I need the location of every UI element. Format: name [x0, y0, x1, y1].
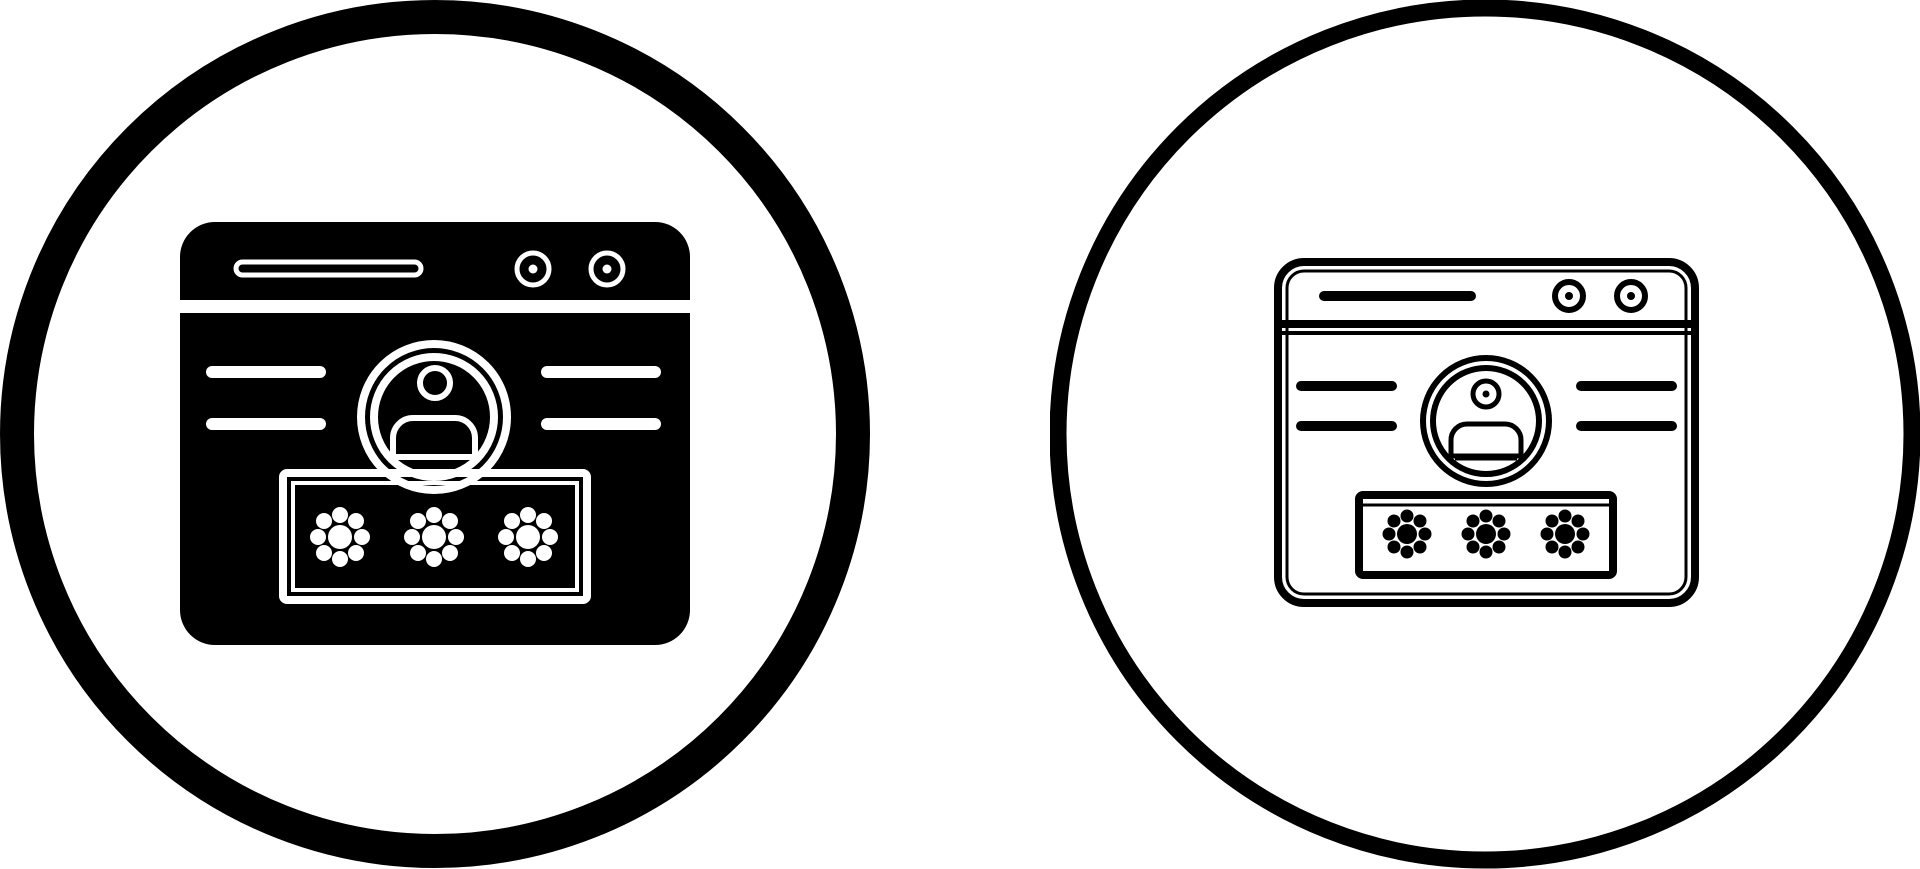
login-browser-glyph-svg: [0, 0, 870, 868]
asterisk-icon: [310, 507, 370, 567]
asterisk-icon: [1540, 509, 1590, 559]
avatar-ring: [1420, 355, 1552, 487]
password-mask: [1382, 509, 1590, 559]
outer-ring: [1050, 0, 1920, 869]
user-icon-head-dot: [1482, 390, 1490, 398]
window-button-dot: [602, 264, 612, 274]
window-button-dot: [1627, 292, 1635, 300]
window-button-dot: [1565, 292, 1573, 300]
asterisk-icon: [404, 507, 464, 567]
icon-set: [0, 0, 1920, 869]
login-browser-outline-icon: [1050, 0, 1920, 869]
user-icon-body: [1448, 421, 1524, 459]
window-button-dot: [528, 264, 538, 274]
asterisk-icon: [498, 507, 558, 567]
asterisk-icon: [1461, 509, 1511, 559]
password-mask: [310, 507, 558, 567]
login-browser-glyph-icon: [0, 0, 870, 869]
asterisk-icon: [1382, 509, 1432, 559]
login-browser-outline-svg: [1050, 0, 1920, 869]
